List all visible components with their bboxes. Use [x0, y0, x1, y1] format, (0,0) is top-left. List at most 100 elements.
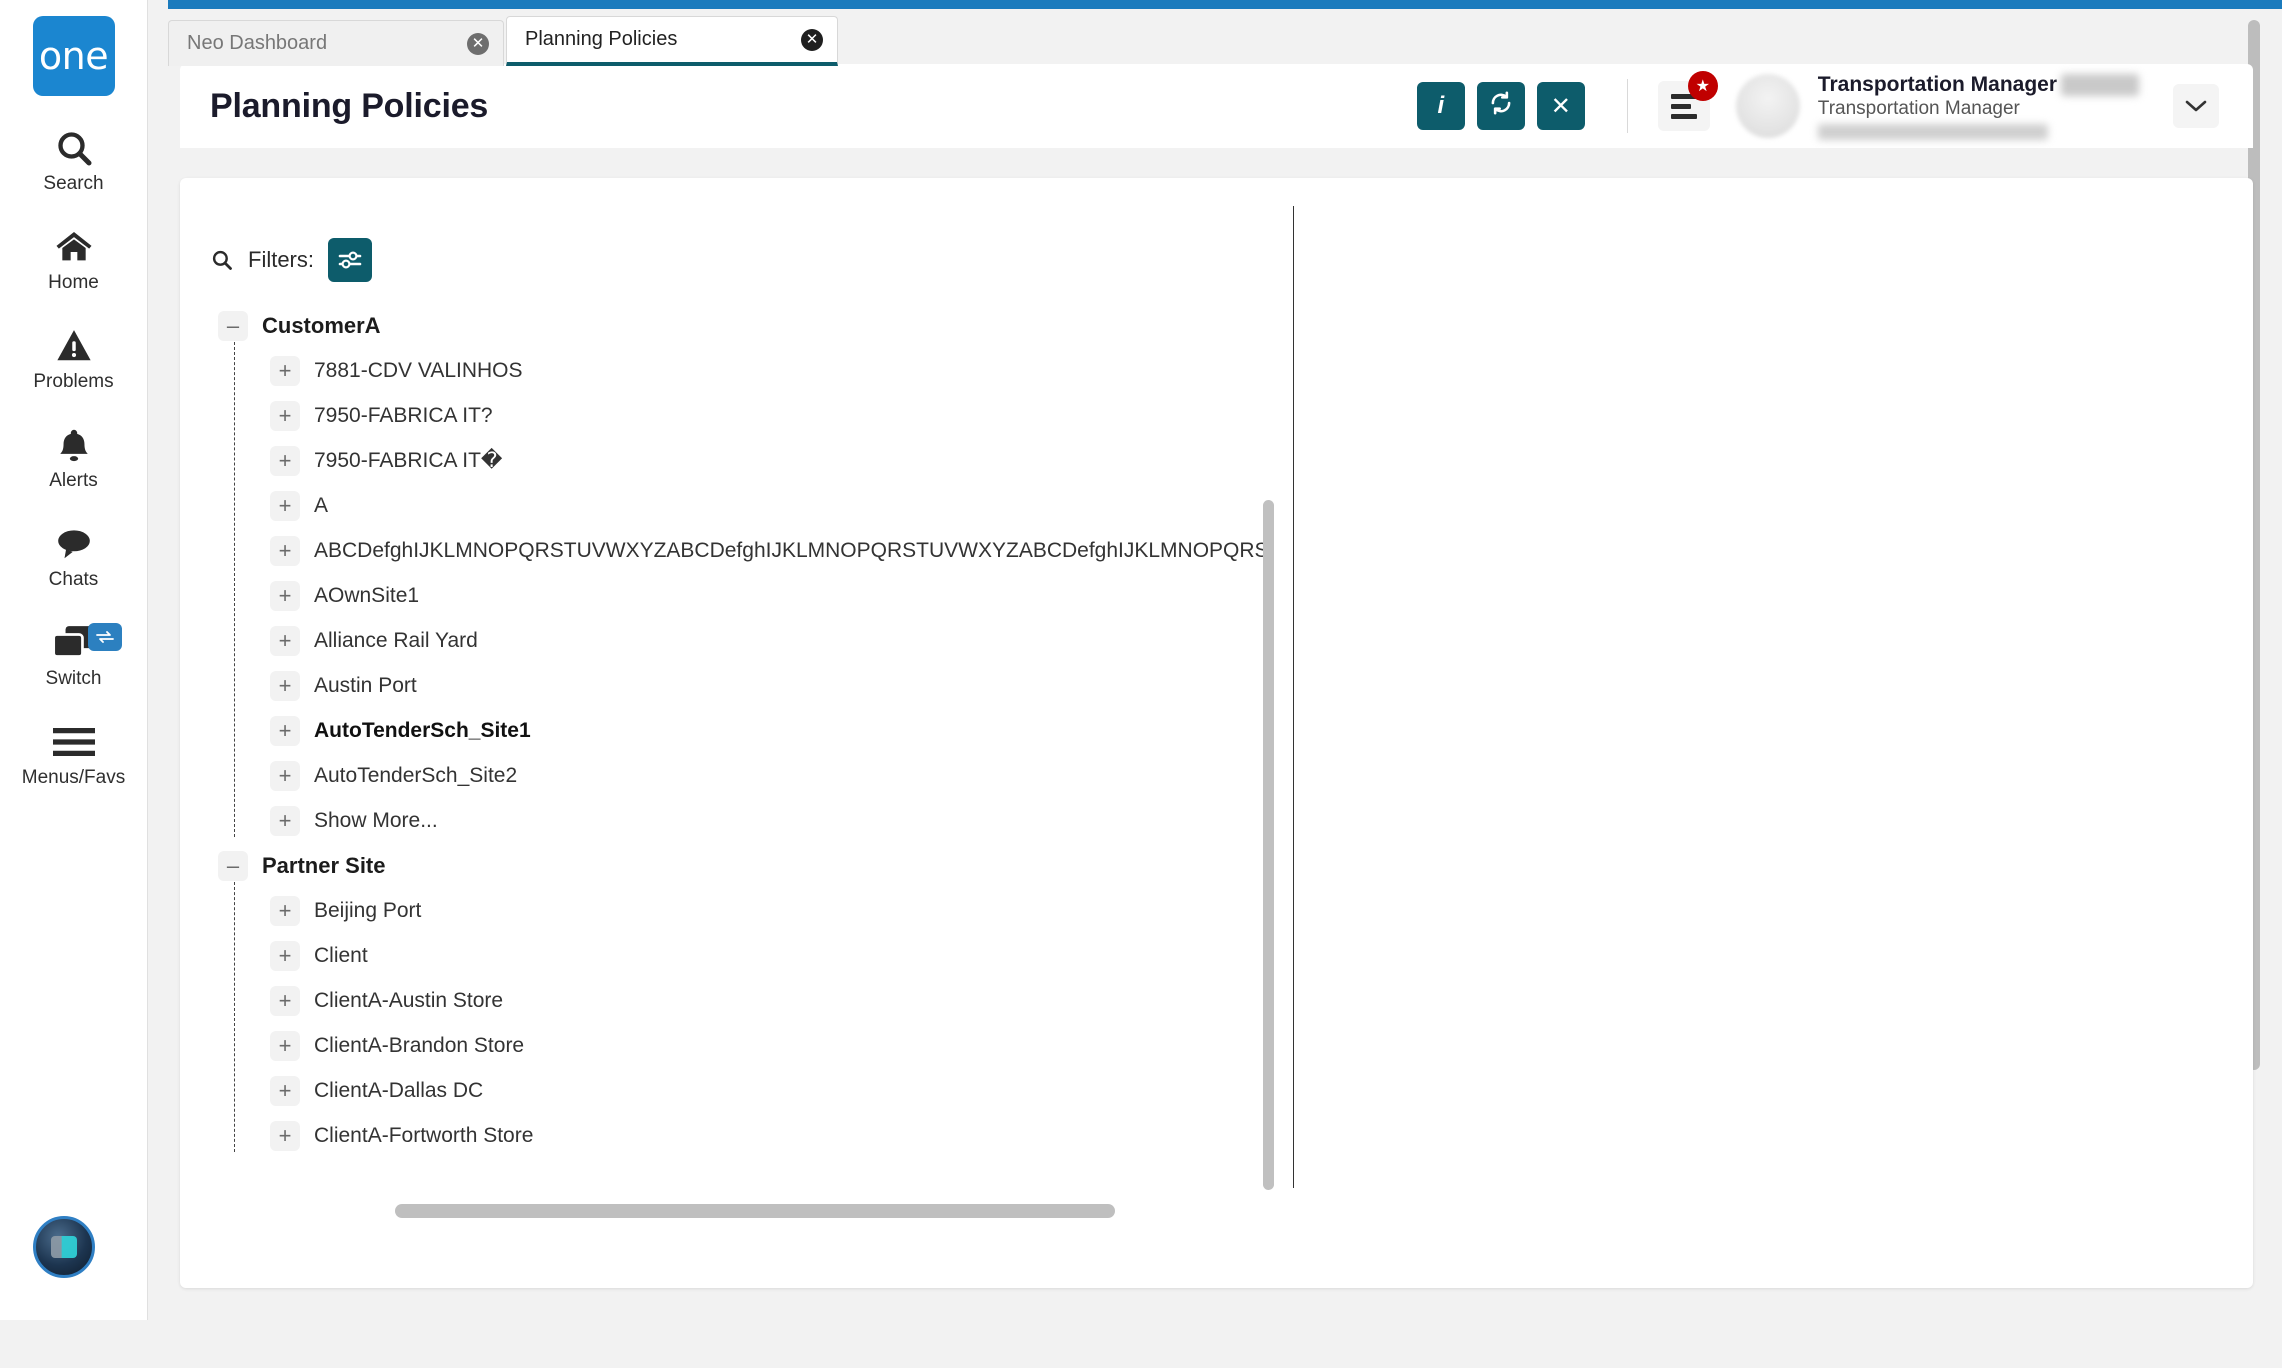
tree-item-label: Show More...	[314, 809, 438, 833]
user-text: Transportation Manager Transportation Ma…	[1818, 73, 2139, 140]
ai-assistant-orb-icon[interactable]	[33, 1216, 95, 1278]
tree-item-label: 7950-FABRICA IT?	[314, 404, 493, 428]
filters-row: Filters:	[210, 238, 372, 282]
expand-icon[interactable]: +	[270, 986, 300, 1016]
user-name-row: Transportation Manager	[1818, 73, 2139, 97]
expand-icon[interactable]: +	[270, 1031, 300, 1061]
home-icon	[53, 225, 95, 269]
app-tab-planning-policies[interactable]: Planning Policies ✕	[506, 16, 838, 66]
refresh-button[interactable]	[1477, 82, 1525, 130]
page-header: Planning Policies i ✕ ★ Transportation M…	[180, 64, 2253, 148]
nav-label-search: Search	[43, 173, 103, 195]
expand-icon[interactable]: +	[270, 536, 300, 566]
user-detail-redacted	[1818, 124, 2048, 140]
nav-item-problems[interactable]: Problems	[0, 324, 148, 393]
tree-item[interactable]: + AutoTenderSch_Site2	[270, 753, 1270, 798]
tree-root-label: Partner Site	[262, 853, 386, 879]
tree-item[interactable]: +Alliance Rail Yard	[270, 618, 1270, 663]
tree-item-label: 7881-CDV VALINHOS	[314, 359, 523, 383]
tree-item[interactable]: + Beijing Port	[270, 888, 1270, 933]
expand-icon[interactable]: +	[270, 896, 300, 926]
tree-item[interactable]: +ClientA-Dallas DC	[270, 1068, 1270, 1113]
collapse-icon[interactable]: –	[218, 851, 248, 881]
tree-item-show-more[interactable]: + Show More...	[270, 798, 1270, 843]
user-name: Transportation Manager	[1818, 73, 2057, 97]
tree-item[interactable]: +Client	[270, 933, 1270, 978]
nav-item-switch[interactable]: Switch	[0, 621, 148, 690]
expand-icon[interactable]: +	[270, 491, 300, 521]
user-role: Transportation Manager	[1818, 98, 2139, 120]
content-card: Filters: – CustomerA +7881-CDV VALINHOS	[180, 178, 2253, 1288]
close-button[interactable]: ✕	[1537, 82, 1585, 130]
chevron-down-icon[interactable]	[2173, 84, 2219, 128]
expand-icon[interactable]: +	[270, 716, 300, 746]
tree-item[interactable]: +ClientA-Austin Store	[270, 978, 1270, 1023]
tree-item-label: ClientA-Brandon Store	[314, 1034, 524, 1058]
tree-item[interactable]: + ABCDefghIJKLMNOPQRSTUVWXYZABCDefghIJKLM…	[270, 528, 1270, 573]
expand-icon[interactable]: +	[270, 581, 300, 611]
expand-icon[interactable]: +	[270, 1121, 300, 1151]
app-tab-label: Neo Dashboard	[187, 32, 327, 55]
tree-item-label: ABCDefghIJKLMNOPQRSTUVWXYZABCDefghIJKLMN…	[314, 539, 1270, 563]
nav-label-alerts: Alerts	[49, 470, 98, 492]
warning-triangle-icon	[54, 324, 94, 368]
nav-item-menus-favs[interactable]: Menus/Favs	[0, 720, 148, 789]
nav-item-chats[interactable]: Chats	[0, 522, 148, 591]
tree-vertical-scrollbar[interactable]	[1263, 500, 1274, 1190]
avatar	[1736, 74, 1800, 138]
tree-item-label: AutoTenderSch_Site1	[314, 719, 531, 743]
user-name-redacted	[2061, 74, 2139, 96]
header-divider	[1627, 79, 1628, 133]
app-tab-neo-dashboard[interactable]: Neo Dashboard ✕	[168, 20, 504, 66]
expand-icon[interactable]: +	[270, 941, 300, 971]
tree-children-partner-site: + Beijing Port +Client +ClientA-Austin St…	[210, 888, 1270, 1158]
tree-root-partner-site[interactable]: – Partner Site	[210, 843, 1270, 888]
expand-icon[interactable]: +	[270, 356, 300, 386]
chat-bubble-icon	[53, 522, 95, 566]
nav-label-menus-favs: Menus/Favs	[22, 767, 125, 789]
expand-icon[interactable]: +	[270, 626, 300, 656]
tree-item[interactable]: +AOwnSite1	[270, 573, 1270, 618]
user-menu[interactable]: Transportation Manager Transportation Ma…	[1736, 73, 2139, 140]
left-nav-rail: one Search Home Problems Alerts Chats	[0, 0, 148, 1320]
brand-logo-text: one	[39, 34, 108, 78]
header-actions: i ✕ ★ Transportation Manager Transportat…	[1405, 73, 2253, 140]
nav-item-alerts[interactable]: Alerts	[0, 423, 148, 492]
tree-item[interactable]: + ClientA-Fortworth Store	[270, 1113, 1270, 1158]
tree-item-label: Beijing Port	[314, 899, 421, 923]
tree-item-label: 7950-FABRICA IT�	[314, 448, 502, 473]
tree-item[interactable]: + ClientA-Brandon Store	[270, 1023, 1270, 1068]
tree-horizontal-scrollbar[interactable]	[395, 1204, 1115, 1218]
expand-icon[interactable]: +	[270, 806, 300, 836]
nav-item-search[interactable]: Search	[0, 126, 148, 195]
collapse-icon[interactable]: –	[218, 311, 248, 341]
tree-item-label: ClientA-Fortworth Store	[314, 1124, 533, 1148]
tree-item[interactable]: +7881-CDV VALINHOS	[270, 348, 1270, 393]
tree-item[interactable]: +A	[270, 483, 1270, 528]
brand-logo[interactable]: one	[33, 16, 115, 96]
tree-item-selected[interactable]: + AutoTenderSch_Site1	[270, 708, 1270, 753]
nav-label-problems: Problems	[33, 371, 113, 393]
expand-icon[interactable]: +	[270, 671, 300, 701]
tree-item-label: Austin Port	[314, 674, 417, 698]
hamburger-icon	[53, 720, 95, 764]
tree-item[interactable]: +7950-FABRICA IT�	[270, 438, 1270, 483]
close-icon[interactable]: ✕	[467, 33, 489, 55]
pickup-settings-pane	[1296, 178, 2253, 1288]
expand-icon[interactable]: +	[270, 1076, 300, 1106]
swap-arrows-icon[interactable]	[88, 623, 122, 651]
tree-item[interactable]: +7950-FABRICA IT?	[270, 393, 1270, 438]
expand-icon[interactable]: +	[270, 761, 300, 791]
tree-item-label: AutoTenderSch_Site2	[314, 764, 517, 788]
sliders-icon[interactable]	[328, 238, 372, 282]
info-button[interactable]: i	[1417, 82, 1465, 130]
tree-root-customera[interactable]: – CustomerA	[210, 303, 1270, 348]
expand-icon[interactable]: +	[270, 401, 300, 431]
page-title: Planning Policies	[210, 87, 488, 126]
expand-icon[interactable]: +	[270, 446, 300, 476]
menu-favorites-button[interactable]: ★	[1658, 81, 1710, 131]
nav-item-home[interactable]: Home	[0, 225, 148, 294]
tree-item[interactable]: + Austin Port	[270, 663, 1270, 708]
close-icon[interactable]: ✕	[801, 29, 823, 51]
close-icon: ✕	[1551, 92, 1571, 121]
